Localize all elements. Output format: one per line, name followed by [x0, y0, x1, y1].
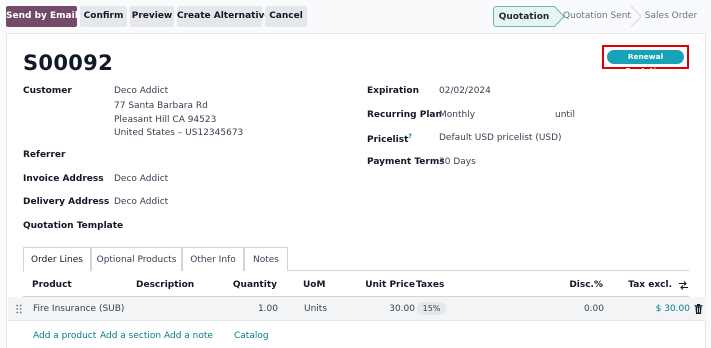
tax-tag[interactable]: 15%: [417, 302, 446, 315]
payment-terms-field[interactable]: 30 Days: [439, 157, 476, 167]
badge-highlight-box: Renewal Quotation: [602, 45, 689, 75]
cancel-button[interactable]: Cancel: [265, 6, 307, 27]
invoice-address-label: Invoice Address: [23, 174, 104, 184]
recurring-plan-label: Recurring Plan: [367, 110, 442, 120]
quotation-template-label: Quotation Template: [23, 221, 124, 231]
create-alternative-button[interactable]: Create Alternative: [177, 6, 271, 27]
customer-address-line: United States – US12345673: [114, 128, 244, 138]
tab-notes[interactable]: Notes: [244, 247, 288, 271]
cell-quantity[interactable]: 1.00: [258, 304, 278, 314]
tab-order-lines[interactable]: Order Lines: [23, 247, 91, 272]
status-bar: Quotation Quotation Sent Sales Order: [493, 6, 702, 27]
column-header-discount[interactable]: Disc.%: [569, 280, 603, 290]
cell-tax-excluded: $ 30.00: [655, 304, 690, 314]
delivery-address-label: Delivery Address: [23, 197, 110, 207]
column-header-description[interactable]: Description: [136, 280, 194, 290]
send-by-email-button[interactable]: Send by Email: [6, 6, 78, 27]
recurring-plan-field[interactable]: Monthly: [439, 110, 475, 120]
status-step-quotation[interactable]: Quotation: [493, 6, 555, 27]
pricelist-label-text: Pricelist: [367, 135, 409, 145]
control-panel: Send by Email Confirm Preview Create Alt…: [0, 0, 711, 33]
table-row[interactable]: Fire Insurance (SUB) 1.00 Units 30.00 15…: [8, 297, 706, 321]
customer-label: Customer: [23, 86, 72, 96]
cell-uom[interactable]: Units: [304, 304, 327, 314]
column-header-product[interactable]: Product: [32, 280, 72, 290]
optional-columns-toggle-icon[interactable]: [678, 280, 689, 291]
renewal-quotation-badge: Renewal Quotation: [607, 50, 684, 75]
column-header-taxes[interactable]: Taxes: [416, 280, 444, 290]
column-header-unit-price[interactable]: Unit Price: [365, 280, 415, 290]
preview-button[interactable]: Preview: [130, 6, 174, 27]
expiration-label: Expiration: [367, 86, 419, 96]
tab-other-info[interactable]: Other Info: [182, 247, 244, 271]
notebook-tabs: Order Lines Optional Products Other Info…: [23, 247, 689, 272]
confirm-button[interactable]: Confirm: [80, 6, 127, 27]
record-name: S00092: [23, 51, 113, 75]
status-step-sales-order[interactable]: Sales Order: [641, 6, 701, 27]
trash-icon[interactable]: [694, 304, 703, 314]
customer-name[interactable]: Deco Addict: [114, 86, 168, 96]
column-header-uom[interactable]: UoM: [303, 280, 325, 290]
order-lines-header: Product Description Quantity UoM Unit Pr…: [23, 275, 689, 297]
cell-product[interactable]: Fire Insurance (SUB): [33, 304, 124, 314]
pricelist-label: Pricelist?: [367, 133, 412, 145]
add-note-link[interactable]: Add a note: [164, 331, 213, 341]
column-header-tax-excluded[interactable]: Tax excl.: [628, 280, 672, 290]
expiration-field[interactable]: 02/02/2024: [439, 86, 491, 96]
payment-terms-label: Payment Terms: [367, 157, 445, 167]
referrer-label: Referrer: [23, 150, 66, 160]
until-label: until: [555, 110, 575, 120]
chevron-right-icon: [631, 6, 641, 27]
pricelist-field[interactable]: Default USD pricelist (USD): [439, 133, 562, 143]
add-product-link[interactable]: Add a product: [33, 331, 96, 341]
delivery-address-field[interactable]: Deco Addict: [114, 197, 168, 207]
drag-handle-icon[interactable]: [16, 304, 22, 314]
cell-unit-price[interactable]: 30.00: [389, 304, 415, 314]
status-step-quotation-sent[interactable]: Quotation Sent: [563, 6, 631, 27]
invoice-address-field[interactable]: Deco Addict: [114, 174, 168, 184]
column-header-quantity[interactable]: Quantity: [233, 280, 277, 290]
customer-address-line: Pleasant Hill CA 94523: [114, 115, 217, 125]
order-lines-footer: Add a product Add a section Add a note C…: [8, 321, 706, 348]
add-section-link[interactable]: Add a section: [100, 331, 161, 341]
form-sheet: S00092 Renewal Quotation Customer Deco A…: [6, 33, 706, 348]
customer-address-line: 77 Santa Barbara Rd: [114, 101, 208, 111]
tab-optional-products[interactable]: Optional Products: [91, 247, 182, 271]
cell-discount[interactable]: 0.00: [584, 304, 604, 314]
catalog-link[interactable]: Catalog: [234, 331, 269, 341]
help-tooltip-icon[interactable]: ?: [408, 133, 411, 140]
